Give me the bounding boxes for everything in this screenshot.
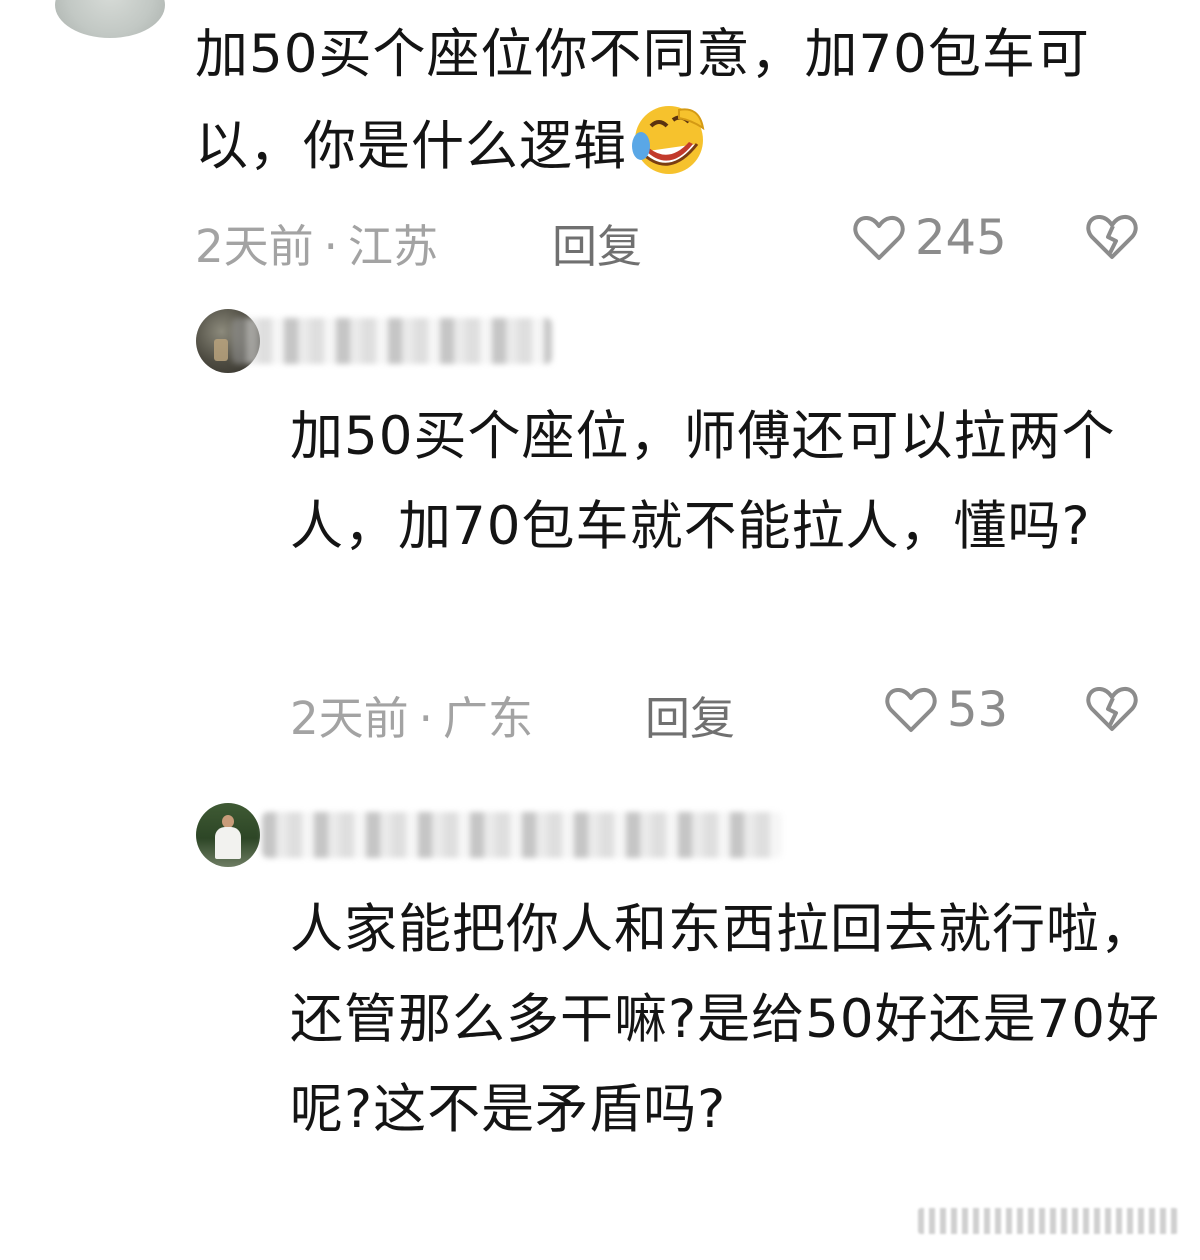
comment-text: 人家能把你人和东西拉回去就行啦，还管那么多干嘛?是给50好还是70好呢?这不是矛… [290,899,1161,1140]
heart-outline-icon [885,688,937,732]
avatar[interactable] [196,803,260,867]
rofl-emoji-icon [632,106,705,174]
like-count: 245 [915,210,1007,266]
heart-outline-icon [853,216,905,260]
comment-meta: 2天前 · 江苏 [195,220,438,273]
avatar-figure-body [215,827,241,859]
like-button[interactable]: 245 [853,210,1007,266]
comment-text: 加50买个座位，师傅还可以拉两个人，加70包车就不能拉人，懂吗? [290,406,1116,557]
comment-meta: 2天前 · 广东 [290,692,533,745]
reply-button[interactable]: 回复 [552,210,642,275]
watermark [918,1208,1178,1234]
location: 江苏 [347,220,438,273]
avatar[interactable] [55,0,165,38]
timestamp: 2天前 [195,220,314,273]
username-redacted [232,318,552,364]
username-redacted [262,812,782,858]
timestamp: 2天前 [290,692,409,745]
broken-heart-icon[interactable] [1086,685,1138,733]
like-count: 53 [947,682,1009,738]
reply-button[interactable]: 回复 [645,682,735,747]
broken-heart-icon[interactable] [1086,213,1138,261]
location: 广东 [442,692,533,745]
like-button[interactable]: 53 [885,682,1008,738]
comment-text: 加50买个座位你不同意，加70包车可以，你是什么逻辑 [195,10,1115,192]
